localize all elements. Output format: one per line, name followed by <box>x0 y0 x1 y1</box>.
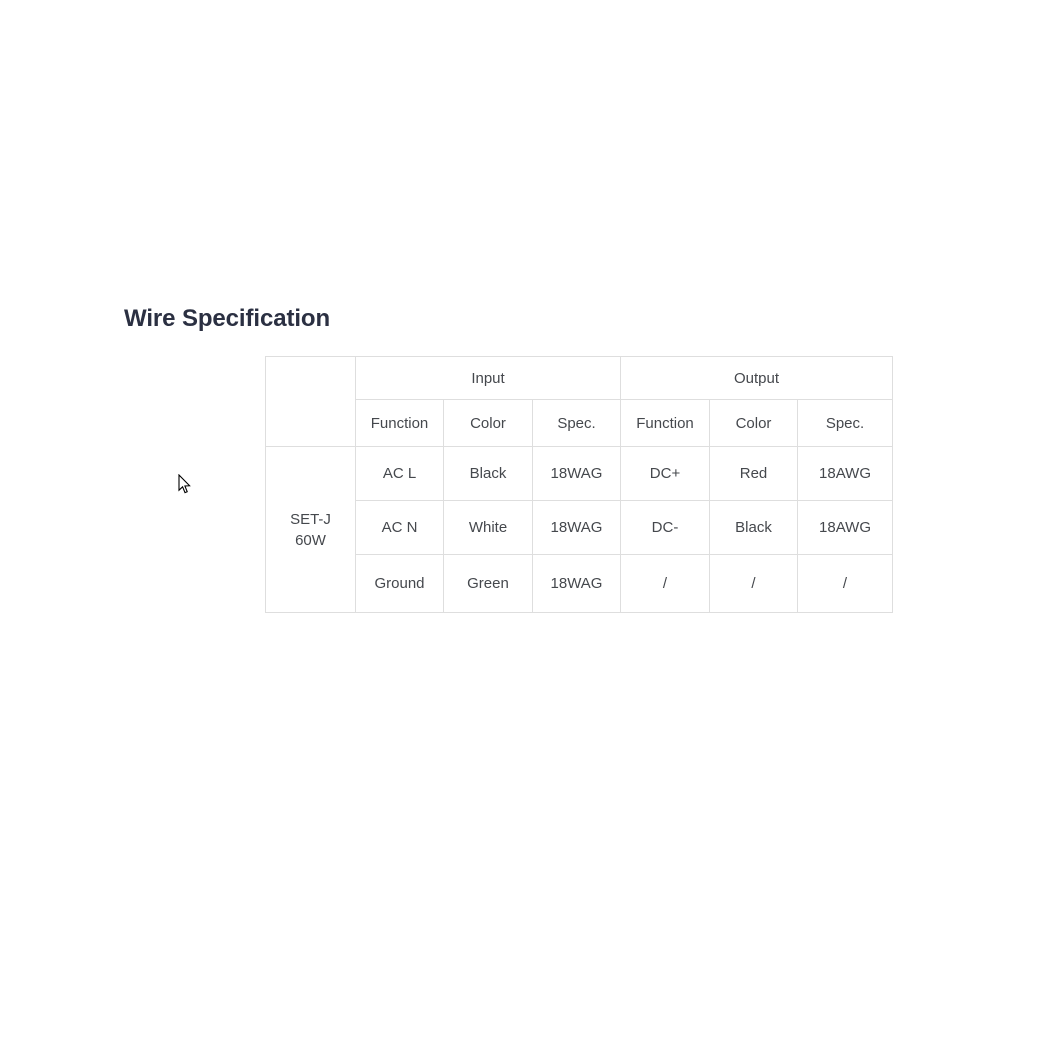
model-power: 60W <box>295 531 326 549</box>
cell-input-color: White <box>443 500 533 555</box>
cell-input-spec: 18WAG <box>532 446 621 501</box>
table-corner-cell <box>265 356 356 447</box>
cell-output-color: Black <box>709 500 798 555</box>
model-name: SET-J <box>290 510 331 528</box>
cell-output-spec: 18AWG <box>796 446 894 501</box>
cell-output-function: DC- <box>620 500 710 555</box>
cell-input-function: AC L <box>355 446 444 501</box>
wire-specification-table-container: Input Output Function Color Spec. Functi… <box>265 356 894 613</box>
cell-input-spec: 18WAG <box>532 554 621 613</box>
table-row: Ground Green 18WAG / / / <box>266 554 894 613</box>
cell-input-color: Green <box>443 554 533 613</box>
column-header-input-spec: Spec. <box>532 399 621 447</box>
cell-output-spec: 18AWG <box>796 500 894 555</box>
model-cell: SET-J 60W <box>265 446 356 613</box>
table-head: Input Output Function Color Spec. Functi… <box>265 356 894 447</box>
wire-specification-table: Input Output Function Color Spec. Functi… <box>265 356 894 613</box>
group-header-output: Output <box>619 356 894 400</box>
page-title: Wire Specification <box>124 305 331 332</box>
table-body: SET-J 60W AC L Black 18WAG DC+ Red 18AWG… <box>265 446 894 613</box>
cell-input-color: Black <box>443 446 533 501</box>
cell-input-function: Ground <box>355 554 444 613</box>
cell-output-function: DC+ <box>620 446 710 501</box>
table-row: AC N White 18WAG DC- Black 18AWG <box>266 500 894 555</box>
column-header-input-function: Function <box>355 399 444 447</box>
group-header-input: Input <box>355 356 621 400</box>
cell-output-spec: / <box>796 554 894 613</box>
column-header-output-function: Function <box>620 399 710 447</box>
table-row: SET-J 60W AC L Black 18WAG DC+ Red 18AWG <box>265 446 894 613</box>
cell-output-function: / <box>620 554 710 613</box>
cell-input-function: AC N <box>355 500 444 555</box>
cell-output-color: Red <box>709 446 798 501</box>
cell-output-color: / <box>709 554 798 613</box>
table-group-header-row: Input Output <box>265 356 894 447</box>
column-header-output-spec: Spec. <box>796 399 894 447</box>
column-header-input-color: Color <box>443 399 533 447</box>
column-header-output-color: Color <box>709 399 798 447</box>
cell-input-spec: 18WAG <box>532 500 621 555</box>
arrow-pointer-icon <box>178 473 192 495</box>
table-column-header-row: Function Color Spec. Function Color Spec… <box>266 399 894 447</box>
